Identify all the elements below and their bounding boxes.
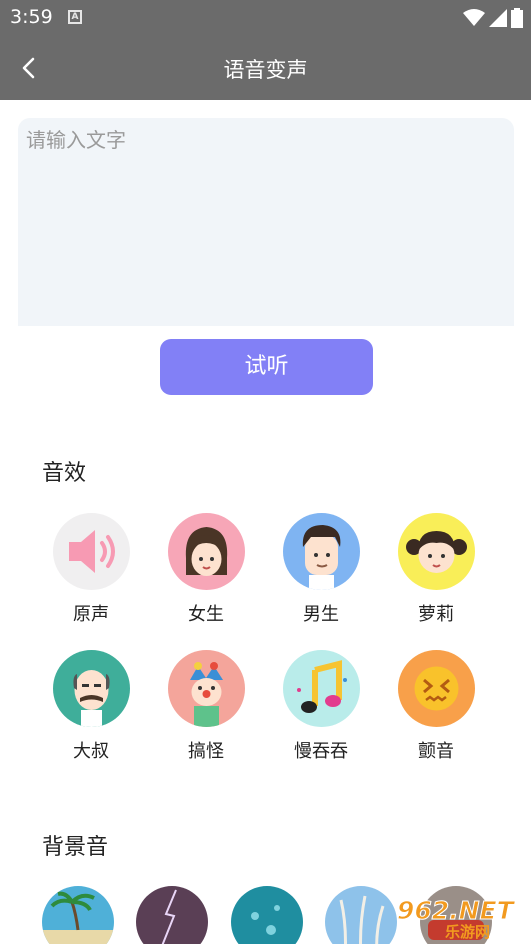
effect-label: 颤音 [418, 741, 454, 762]
effect-label: 搞怪 [188, 741, 224, 762]
text-input[interactable]: 请输入文字 [18, 118, 514, 326]
background-sounds-title: 背景音 [42, 835, 109, 860]
effect-item-female[interactable]: 女生 [161, 513, 251, 626]
signal-icon [489, 9, 507, 27]
page-title: 语音变声 [223, 58, 308, 82]
effect-label: 慢吞吞 [294, 741, 348, 762]
effect-item-loli[interactable]: 萝莉 [391, 513, 481, 626]
svg-text:乐游网: 乐游网 [445, 923, 490, 939]
boy-avatar-icon [282, 513, 360, 590]
effect-item-uncle[interactable]: 大叔 [46, 650, 136, 763]
status-bar: 3:59 A [0, 0, 531, 35]
effect-label: 男生 [303, 604, 339, 625]
effect-label: 萝莉 [418, 604, 454, 625]
watermark-logo: 962.NET 乐游网 [393, 893, 525, 942]
dizzy-face-icon [397, 650, 475, 727]
notification-icon: A [68, 10, 82, 24]
wifi-icon [463, 9, 485, 26]
effect-item-slow[interactable]: 慢吞吞 [276, 650, 366, 763]
speaker-icon [52, 513, 130, 590]
status-time: 3:59 [10, 6, 53, 28]
reeds-thumb [339, 895, 385, 944]
effect-item-vibrato[interactable]: 颤音 [391, 650, 481, 763]
listen-button[interactable]: 试听 [160, 339, 373, 395]
rain-thumb [251, 905, 280, 935]
status-icons [463, 8, 523, 28]
beach-thumb [42, 891, 114, 944]
loli-avatar-icon [397, 513, 475, 590]
effect-item-original[interactable]: 原声 [46, 513, 136, 626]
music-note-icon [282, 650, 360, 727]
clown-avatar-icon [167, 650, 245, 727]
effect-label: 大叔 [73, 741, 109, 762]
girl-avatar-icon [167, 513, 245, 590]
effect-label: 女生 [188, 604, 224, 625]
effect-item-funny[interactable]: 搞怪 [161, 650, 251, 763]
effect-label: 原声 [73, 604, 109, 625]
bg-sound-beach[interactable] [42, 886, 114, 944]
uncle-avatar-icon [52, 650, 130, 727]
app-bar: 语音变声 [0, 35, 531, 100]
effects-section-title: 音效 [42, 461, 87, 486]
effect-item-male[interactable]: 男生 [276, 513, 366, 626]
text-input-placeholder: 请输入文字 [26, 128, 126, 152]
lightning-thumb [161, 889, 177, 944]
svg-text:962.NET: 962.NET [397, 896, 516, 925]
bg-sound-rain[interactable] [231, 886, 303, 944]
bg-sound-reeds[interactable] [325, 886, 397, 944]
battery-icon [511, 8, 523, 28]
bg-sound-thunder[interactable] [136, 886, 208, 944]
